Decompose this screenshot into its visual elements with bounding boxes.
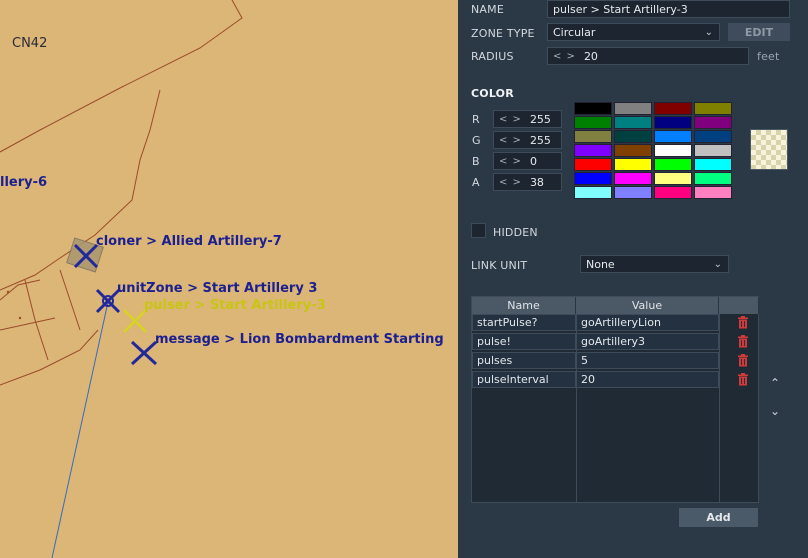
unit-label-artillery-6[interactable]: llery-6 (0, 175, 47, 190)
palette-swatch[interactable] (574, 130, 612, 143)
palette-swatch[interactable] (654, 172, 692, 185)
palette-swatch[interactable] (694, 158, 732, 171)
channel-a-label: A (472, 176, 480, 189)
palette-swatch[interactable] (694, 186, 732, 199)
channel-b-label: B (472, 155, 480, 168)
palette-swatch[interactable] (654, 186, 692, 199)
color-heading: COLOR (471, 87, 514, 100)
channel-g-field[interactable]: < >255 (493, 131, 562, 149)
name-field[interactable]: pulser > Start Artillery-3 (547, 0, 790, 18)
channel-a-value: 38 (529, 175, 544, 189)
palette-swatch[interactable] (654, 102, 692, 115)
cloner-marker (73, 243, 99, 269)
channel-r-value: 255 (529, 112, 551, 126)
palette-swatch[interactable] (654, 144, 692, 157)
palette-swatch[interactable] (574, 102, 612, 115)
unit-label-pulser[interactable]: pulser > Start Artillery-3 (144, 298, 326, 313)
palette-swatch[interactable] (654, 116, 692, 129)
hidden-checkbox[interactable] (471, 223, 486, 238)
unit-label-unitzone[interactable]: unitZone > Start Artillery 3 (117, 281, 317, 296)
column-header-value[interactable]: Value (576, 297, 719, 314)
zone-type-value: Circular (553, 25, 596, 39)
link-unit-label: LINK UNIT (471, 259, 528, 272)
palette-swatch[interactable] (654, 130, 692, 143)
channel-g-label: G (472, 134, 481, 147)
table-row-3-name[interactable]: pulseInterval (472, 371, 576, 388)
variables-table: Name Value startPulse? goArtilleryLion p… (471, 296, 759, 503)
table-row-1-name[interactable]: pulse! (472, 333, 576, 350)
palette-swatch[interactable] (614, 116, 652, 129)
add-button[interactable]: Add (679, 508, 758, 527)
trash-icon[interactable] (737, 335, 749, 348)
palette-swatch[interactable] (654, 158, 692, 171)
table-row-3-value[interactable]: 20 (576, 371, 719, 388)
channel-r-field[interactable]: < >255 (493, 110, 562, 128)
move-up-icon[interactable]: ⌃ (770, 376, 780, 390)
palette-swatch[interactable] (694, 116, 732, 129)
palette-swatch[interactable] (614, 186, 652, 199)
color-preview (750, 129, 788, 170)
zone-type-select[interactable]: Circular ⌄ (547, 23, 720, 41)
palette-swatch[interactable] (614, 102, 652, 115)
trash-icon[interactable] (737, 373, 749, 386)
palette-swatch[interactable] (694, 172, 732, 185)
channel-g-value: 255 (529, 133, 551, 147)
spinner-icon[interactable]: < > (553, 51, 576, 62)
move-down-icon[interactable]: ⌄ (770, 404, 780, 418)
table-row-2-name[interactable]: pulses (472, 352, 576, 369)
table-row-0-value[interactable]: goArtilleryLion (576, 314, 719, 331)
palette-swatch[interactable] (574, 158, 612, 171)
table-row-1-value[interactable]: goArtillery3 (576, 333, 719, 350)
name-label: NAME (471, 3, 504, 16)
name-value: pulser > Start Artillery-3 (553, 2, 688, 16)
radius-label: RADIUS (471, 50, 514, 63)
radius-unit: feet (757, 50, 780, 63)
map-view[interactable]: CN42 llery-6 cloner > Allied Artillery-7… (0, 0, 458, 558)
table-row-0-name[interactable]: startPulse? (472, 314, 576, 331)
pulser-marker (123, 309, 147, 333)
link-unit-select[interactable]: None ⌄ (580, 255, 729, 273)
trash-icon[interactable] (737, 354, 749, 367)
palette-swatch[interactable] (694, 144, 732, 157)
column-header-actions (719, 297, 759, 314)
message-marker (130, 340, 158, 366)
zone-type-label: ZONE TYPE (471, 27, 535, 40)
palette-swatch[interactable] (574, 186, 612, 199)
palette-swatch[interactable] (694, 130, 732, 143)
edit-button[interactable]: EDIT (728, 23, 790, 41)
table-row-2-value[interactable]: 5 (576, 352, 719, 369)
radius-value: 20 (583, 49, 598, 63)
palette-swatch[interactable] (574, 116, 612, 129)
palette-swatch[interactable] (694, 102, 732, 115)
unit-label-message[interactable]: message > Lion Bombardment Starting (155, 332, 444, 347)
hidden-label: HIDDEN (493, 226, 538, 239)
radius-field[interactable]: < > 20 (547, 47, 749, 65)
trash-icon[interactable] (737, 316, 749, 329)
column-header-name[interactable]: Name (472, 297, 576, 314)
palette-swatch[interactable] (614, 172, 652, 185)
palette-swatch[interactable] (574, 144, 612, 157)
chevron-down-icon: ⌄ (713, 259, 722, 270)
channel-b-value: 0 (529, 154, 537, 168)
palette-swatch[interactable] (614, 144, 652, 157)
properties-panel: NAME pulser > Start Artillery-3 ZONE TYP… (458, 0, 808, 558)
channel-b-field[interactable]: < >0 (493, 152, 562, 170)
unitzone-marker (95, 288, 121, 314)
palette-swatch[interactable] (574, 172, 612, 185)
channel-a-field[interactable]: < >38 (493, 173, 562, 191)
channel-r-label: R (472, 113, 480, 126)
grid-label: CN42 (12, 36, 48, 51)
palette-swatch[interactable] (614, 130, 652, 143)
link-unit-value: None (586, 257, 615, 271)
chevron-down-icon: ⌄ (704, 27, 713, 38)
unit-markers (73, 243, 158, 366)
unit-label-cloner[interactable]: cloner > Allied Artillery-7 (96, 234, 282, 249)
palette-swatch[interactable] (614, 158, 652, 171)
